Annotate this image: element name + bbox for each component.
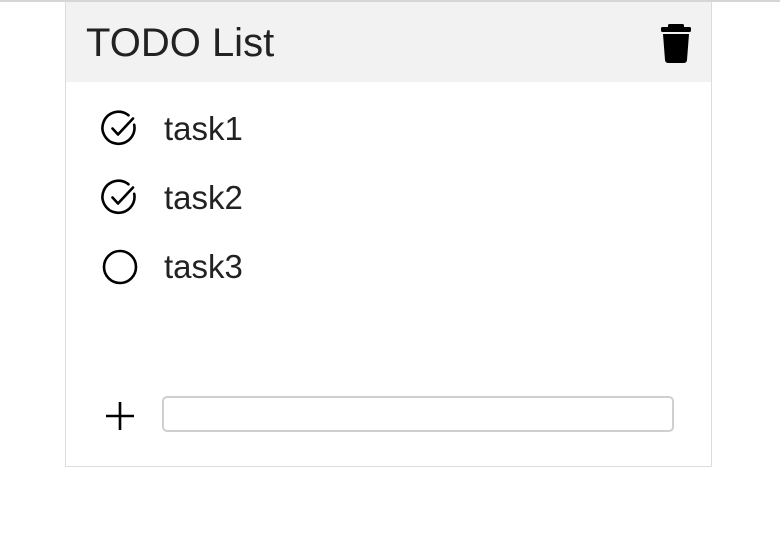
trash-icon: [661, 24, 691, 63]
task-label: task1: [164, 110, 243, 147]
todo-card: TODO List task1 task2 task3: [65, 2, 712, 467]
card-header: TODO List: [66, 2, 711, 82]
check-circle-icon[interactable]: [101, 179, 139, 217]
task-item-1: task1: [66, 92, 711, 161]
task-item-3: task3: [66, 230, 711, 299]
task-list: task1 task2 task3: [66, 92, 711, 299]
task-item-2: task2: [66, 161, 711, 230]
check-circle-icon[interactable]: [101, 110, 139, 148]
add-task-row: [66, 395, 711, 435]
new-task-input[interactable]: [162, 396, 674, 432]
delete-button[interactable]: [658, 22, 694, 64]
circle-icon[interactable]: [101, 248, 139, 286]
plus-icon[interactable]: [104, 400, 136, 432]
task-label: task3: [164, 248, 243, 285]
task-label: task2: [164, 179, 243, 216]
page-title: TODO List: [86, 21, 275, 65]
